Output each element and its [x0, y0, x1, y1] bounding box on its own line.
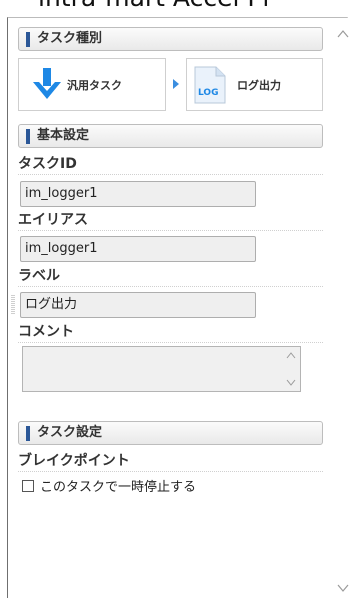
scroll-down-icon[interactable]	[337, 582, 349, 594]
comment-label: コメント	[18, 322, 323, 343]
textarea-scroll-up-icon[interactable]	[286, 351, 296, 361]
log-file-icon: LOG	[194, 66, 226, 104]
label-label: ラベル	[18, 266, 323, 287]
section-title: タスク種別	[37, 31, 103, 46]
section-header-task-type[interactable]: タスク種別	[18, 27, 323, 51]
target-task-label: ログ出力	[237, 79, 281, 92]
alias-label: エイリアス	[18, 210, 323, 231]
breakpoint-checkbox-row[interactable]: このタスクで一時停止する	[22, 480, 196, 496]
source-task-label: 汎用タスク	[67, 79, 122, 92]
section-title: タスク設定	[37, 425, 103, 440]
task-id-label: タスクID	[18, 154, 323, 175]
source-task-box: 汎用タスク	[18, 58, 166, 111]
window-title-partial: intra-mart Accel Pl	[38, 0, 355, 12]
alias-field[interactable]: im_logger1	[20, 236, 256, 262]
log-icon-text: LOG	[198, 88, 218, 98]
comment-textarea[interactable]	[22, 346, 301, 392]
task-id-field[interactable]: im_logger1	[20, 181, 256, 207]
section-marker	[26, 32, 30, 47]
textarea-scroll-down-icon[interactable]	[286, 377, 296, 387]
breakpoint-checkbox-label: このタスクで一時停止する	[40, 480, 197, 495]
vertical-scrollbar[interactable]	[331, 18, 355, 598]
section-title: 基本設定	[37, 128, 90, 143]
label-field[interactable]: ログ出力	[20, 292, 256, 318]
section-marker	[26, 129, 30, 144]
chevron-right-icon	[173, 79, 179, 89]
breakpoint-label: ブレイクポイント	[18, 451, 323, 472]
breakpoint-checkbox[interactable]	[22, 480, 34, 492]
scroll-up-icon[interactable]	[337, 28, 349, 40]
down-arrow-icon	[33, 68, 61, 99]
section-header-basic-settings[interactable]: 基本設定	[18, 124, 323, 148]
section-marker	[26, 426, 30, 441]
section-header-task-settings[interactable]: タスク設定	[18, 421, 323, 445]
resize-grip[interactable]	[11, 295, 15, 315]
target-task-box: LOG ログ出力	[186, 58, 323, 111]
